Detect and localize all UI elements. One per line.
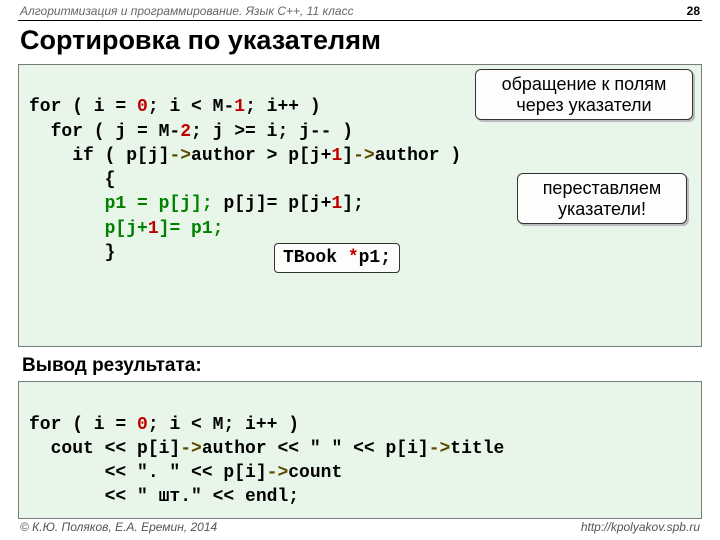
footer: © К.Ю. Поляков, Е.А. Еремин, 2014 http:/… bbox=[0, 520, 720, 534]
page-number: 28 bbox=[687, 4, 700, 18]
callout-line: обращение к полям bbox=[502, 74, 667, 94]
callout-fields: обращение к полям через указатели bbox=[475, 69, 693, 120]
page-title: Сортировка по указателям bbox=[0, 23, 720, 64]
code-block-output: for ( i = 0; i < M; i++ ) cout << p[i]->… bbox=[18, 381, 702, 518]
header-bar: Алгоритмизация и программирование. Язык … bbox=[0, 0, 720, 20]
footer-url: http://kpolyakov.spb.ru bbox=[581, 520, 700, 534]
code-block-sort: for ( i = 0; i < M-1; i++ ) for ( j = M-… bbox=[18, 64, 702, 347]
tbook-declaration: TBook *p1; bbox=[274, 243, 400, 273]
callout-line: указатели! bbox=[558, 199, 646, 219]
output-subtitle: Вывод результата: bbox=[0, 353, 720, 381]
callout-line: переставляем bbox=[543, 178, 662, 198]
divider bbox=[18, 20, 702, 21]
copyright: © К.Ю. Поляков, Е.А. Еремин, 2014 bbox=[20, 520, 217, 534]
callout-swap: переставляем указатели! bbox=[517, 173, 687, 224]
course-text: Алгоритмизация и программирование. Язык … bbox=[20, 4, 354, 18]
callout-line: через указатели bbox=[516, 95, 651, 115]
